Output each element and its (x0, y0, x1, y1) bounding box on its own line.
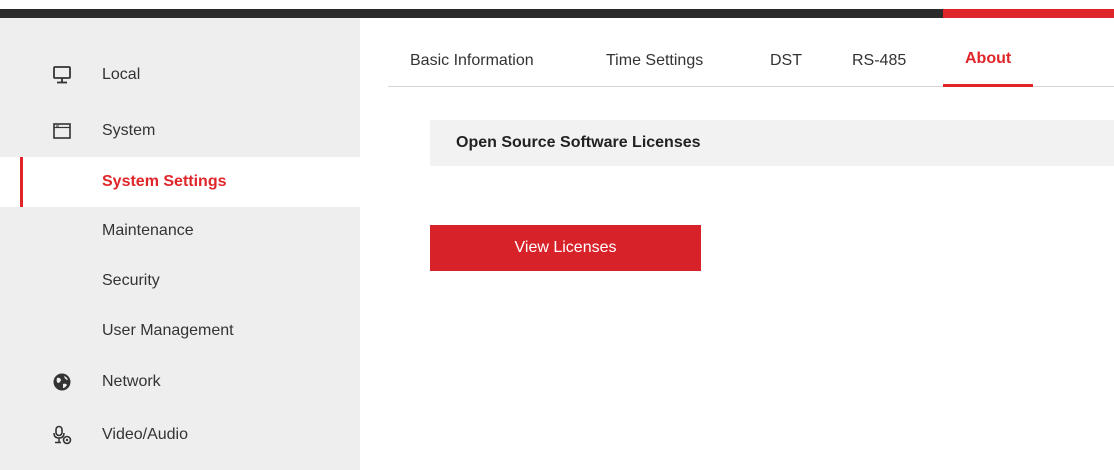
sidebar-item-label: Network (102, 373, 161, 390)
tab-dst[interactable]: DST (770, 44, 802, 86)
sidebar-item-label: User Management (102, 322, 234, 339)
sidebar-item-network[interactable]: Network (0, 357, 360, 407)
sidebar-item-system-settings[interactable]: System Settings (0, 157, 360, 207)
sidebar-item-video-audio[interactable]: Video/Audio (0, 410, 360, 460)
tab-basic-information[interactable]: Basic Information (410, 44, 534, 86)
sidebar-item-security[interactable]: Security (0, 256, 360, 306)
tab-rs-485[interactable]: RS-485 (852, 44, 906, 86)
tab-bar: Basic Information Time Settings DST RS-4… (388, 44, 1114, 87)
globe-icon (52, 372, 72, 392)
sidebar-item-label: Video/Audio (102, 426, 188, 443)
top-bar (0, 0, 1114, 18)
tab-time-settings[interactable]: Time Settings (606, 44, 703, 86)
sidebar-item-label: Security (102, 272, 160, 289)
monitor-icon (52, 65, 72, 85)
top-bar-dark (0, 9, 943, 18)
sidebar-item-local[interactable]: Local (0, 50, 360, 100)
sidebar-item-system[interactable]: System (0, 106, 360, 156)
sidebar-item-label: System Settings (102, 173, 227, 190)
sidebar: Local System System Settings Maintenance… (0, 18, 360, 470)
window-icon (52, 121, 72, 141)
top-bar-accent (943, 9, 1114, 18)
sidebar-item-maintenance[interactable]: Maintenance (0, 206, 360, 256)
sidebar-item-user-management[interactable]: User Management (0, 306, 360, 356)
view-licenses-button[interactable]: View Licenses (430, 225, 701, 271)
sidebar-item-label: System (102, 122, 156, 139)
microphone-icon (52, 425, 72, 445)
sidebar-item-label: Local (102, 66, 141, 83)
sidebar-item-label: Maintenance (102, 222, 194, 239)
section-title: Open Source Software Licenses (430, 120, 1114, 166)
tab-about[interactable]: About (942, 44, 1034, 87)
